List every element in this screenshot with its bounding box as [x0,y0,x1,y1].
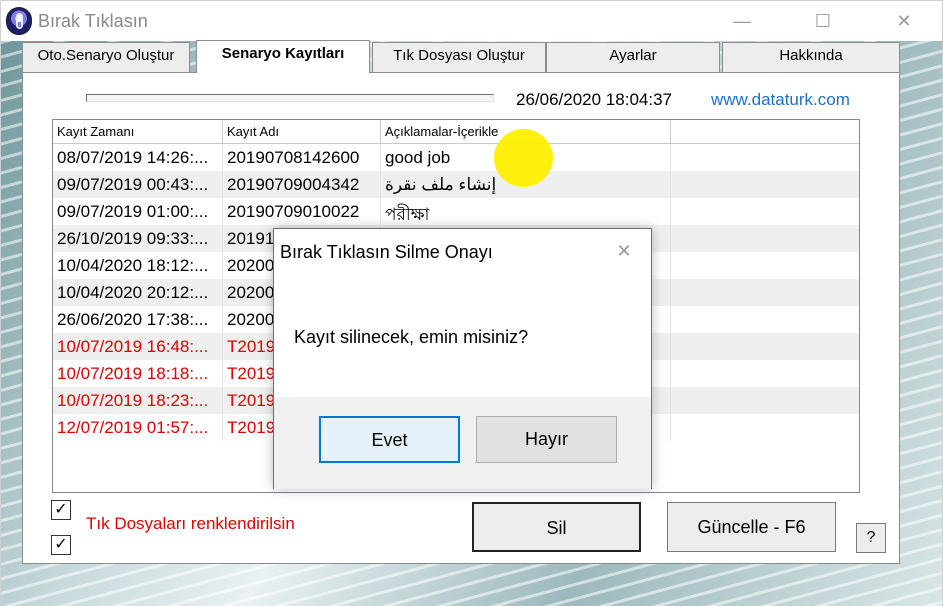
cell-time: 26/10/2019 09:33:... [53,225,223,252]
cell-name: 20190709010022 [223,198,381,225]
maximize-icon[interactable]: ☐ [803,7,843,35]
cell-time: 10/07/2019 18:18:... [53,360,223,387]
close-icon[interactable]: ✕ [884,7,924,35]
cell-empty [671,171,859,198]
table-row[interactable]: 08/07/2019 14:26:... 20190708142600 good j… [53,144,859,171]
cell-empty [671,387,859,414]
delete-confirm-dialog: Bırak Tıklasın Silme Onayı ✕ Kayıt silin… [273,228,652,489]
title-bar: Bırak Tıklasın — ☐ ✕ [1,1,942,41]
cell-time: 09/07/2019 01:00:... [53,198,223,225]
delete-button[interactable]: Sil [472,502,641,552]
window-title: Bırak Tıklasın [38,11,148,31]
minimize-icon[interactable]: — [722,7,762,35]
column-header-time[interactable]: Kayıt Zamanı [53,120,223,144]
cell-empty [671,414,859,441]
table-row[interactable]: 09/07/2019 01:00:... 20190709010022 পরীক্ষ… [53,198,859,225]
tab-hakkinda[interactable]: Hakkında [722,42,900,72]
cell-empty [671,360,859,387]
tab-senaryo-kayitlari[interactable]: Senaryo Kayıtları [196,40,370,73]
list-header: Kayıt Zamanı Kayıt Adı Açıklamalar-İçeri… [53,120,859,144]
cell-empty [671,144,859,171]
refresh-button[interactable]: Güncelle - F6 [667,502,836,552]
cell-time: 26/06/2020 17:38:... [53,306,223,333]
checkbox-option-1[interactable]: ✓ [51,500,71,520]
progress-bar [86,94,494,102]
cell-time: 08/07/2019 14:26:... [53,144,223,171]
tab-ayarlar[interactable]: Ayarlar [546,42,720,72]
column-header-empty [671,120,859,144]
table-row[interactable]: 09/07/2019 00:43:... 20190709004342 إنشاء … [53,171,859,198]
colorize-label: Tık Dosyaları renklendirilsin [86,514,295,533]
cell-time: 09/07/2019 00:43:... [53,171,223,198]
cell-empty [671,279,859,306]
no-button[interactable]: Hayır [476,416,617,463]
cell-time: 10/04/2020 20:12:... [53,279,223,306]
cell-time: 10/04/2020 18:12:... [53,252,223,279]
cell-time: 12/07/2019 01:57:... [53,414,223,441]
mouse-app-icon [6,7,32,35]
tab-oto-senaryo[interactable]: Oto.Senaryo Oluştur [22,42,190,72]
yes-button[interactable]: Evet [319,416,460,463]
cell-time: 10/07/2019 16:48:... [53,333,223,360]
cell-empty [671,225,859,252]
cell-name: 20190708142600 [223,144,381,171]
cell-empty [671,306,859,333]
dialog-title: Bırak Tıklasın Silme Onayı [280,242,493,262]
dialog-message: Kayıt silinecek, emin misiniz? [294,327,529,347]
help-button[interactable]: ? [856,523,886,553]
website-link[interactable]: www.dataturk.com [711,90,850,110]
checkbox-colorize[interactable]: ✓ [51,535,71,555]
dialog-footer: Evet Hayır [274,397,651,489]
cursor-highlight [494,129,553,187]
dialog-close-icon[interactable]: ✕ [610,237,638,265]
current-datetime: 26/06/2020 18:04:37 [516,90,672,109]
column-header-name[interactable]: Kayıt Adı [223,120,381,144]
cell-time: 10/07/2019 18:23:... [53,387,223,414]
cell-desc: পরীক্ষা [381,198,671,225]
tab-tik-dosyasi[interactable]: Tık Dosyası Oluştur [372,42,546,72]
cell-empty [671,198,859,225]
cell-empty [671,333,859,360]
cell-name: 20190709004342 [223,171,381,198]
cell-empty [671,252,859,279]
